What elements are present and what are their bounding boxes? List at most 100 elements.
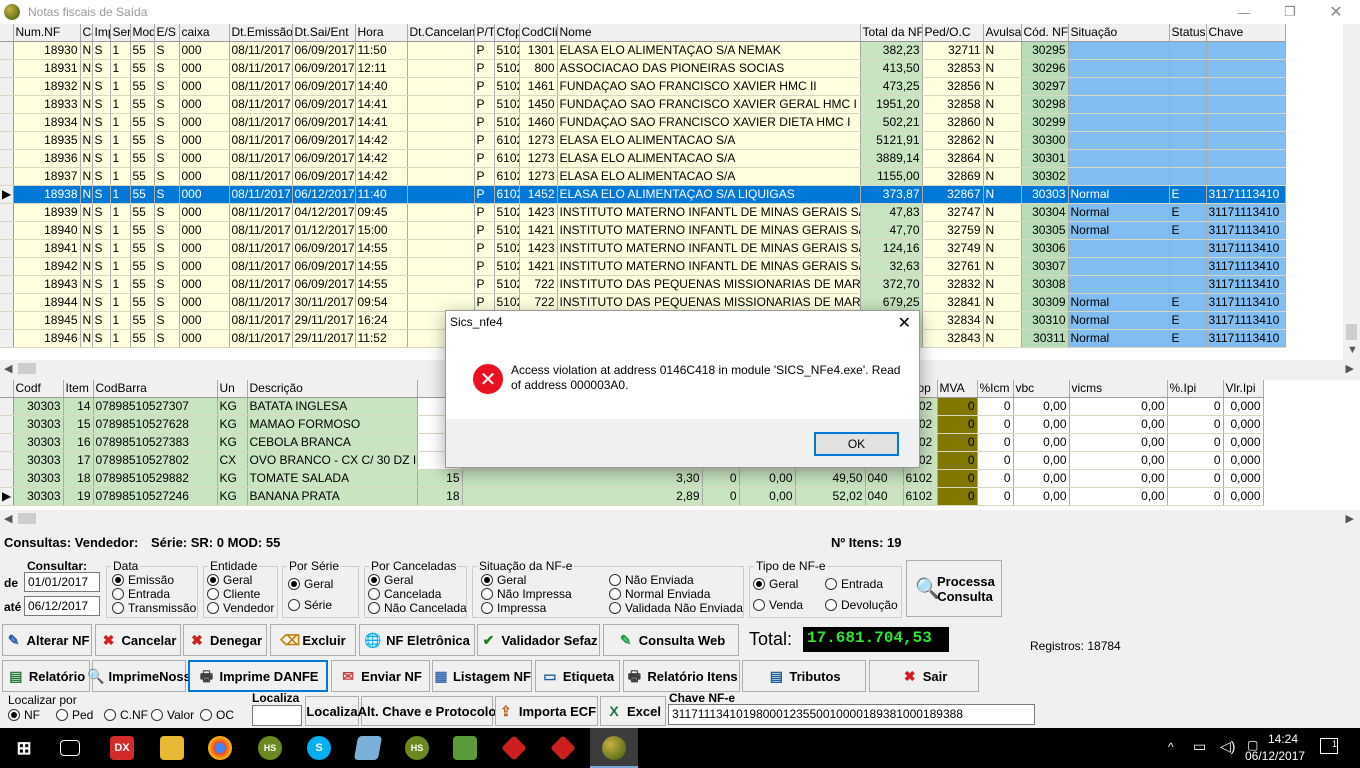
- column-header[interactable]: Serie: [110, 24, 131, 42]
- invoices-vscroll[interactable]: ▼: [1343, 24, 1360, 360]
- localiza-input[interactable]: [252, 705, 302, 726]
- folder-icon[interactable]: [160, 736, 184, 760]
- skype-icon[interactable]: S: [307, 736, 331, 760]
- radio-entidade-2[interactable]: Vendedor: [207, 601, 274, 615]
- red-diamond-app-icon-2[interactable]: [550, 735, 576, 761]
- invoice-row[interactable]: ▶ 18938 N S 1 55 S 000 08/11/2017 06/12/2017 11:40…: [0, 185, 1286, 204]
- column-header[interactable]: CodCli: [519, 24, 558, 42]
- dialog-close-icon[interactable]: ✕: [898, 313, 911, 333]
- row-indicator[interactable]: [0, 275, 14, 294]
- radio-localizar-2[interactable]: C.NF: [104, 708, 148, 722]
- chave-nfe-field[interactable]: 3117111341019800012355001000018938100018…: [668, 704, 1035, 725]
- column-header[interactable]: Situação: [1068, 24, 1170, 42]
- column-header[interactable]: Vlr.Ipi: [1223, 380, 1264, 398]
- date-from-field[interactable]: 01/01/2017: [24, 572, 100, 592]
- radio-tipo-3[interactable]: Devolução: [825, 598, 898, 612]
- alt-chave-button[interactable]: Alt. Chave e Protocolo: [358, 696, 496, 726]
- column-header[interactable]: Ped/O.C: [922, 24, 984, 42]
- radio-localizar-0[interactable]: NF: [8, 708, 40, 722]
- nfe-button[interactable]: 🌐 NF Eletrônica: [359, 624, 475, 656]
- item-row[interactable]: 30303 18 07898510529882 KG TOMATE SALADA 15 3,…: [0, 469, 1264, 488]
- column-header[interactable]: Nome: [557, 24, 861, 42]
- notifications-icon[interactable]: 1: [1320, 738, 1338, 754]
- notes-app-icon[interactable]: [353, 736, 383, 760]
- column-header[interactable]: CodBarra: [93, 380, 218, 398]
- radio-situacao-4[interactable]: Normal Enviada: [609, 587, 710, 601]
- clock-time[interactable]: 14:24: [1268, 732, 1298, 746]
- column-header[interactable]: caixa: [179, 24, 230, 42]
- minimize-button[interactable]: —: [1221, 0, 1267, 24]
- row-indicator[interactable]: ▶: [0, 185, 14, 204]
- column-header[interactable]: Imp: [92, 24, 111, 42]
- radio-situacao-0[interactable]: Geral: [481, 573, 526, 587]
- column-header[interactable]: vicms: [1069, 380, 1168, 398]
- hs-app-icon-2[interactable]: HS: [405, 736, 429, 760]
- validador-button[interactable]: ✔ Validador Sefaz: [477, 624, 600, 656]
- row-indicator[interactable]: [0, 311, 14, 330]
- invoice-row[interactable]: 18931 N S 1 55 S 000 08/11/2017 06/09/2017 12:11 P…: [0, 59, 1286, 78]
- column-header[interactable]: Mod: [130, 24, 155, 42]
- radio-situacao-2[interactable]: Impressa: [481, 601, 546, 615]
- consulta-web-button[interactable]: ✎ Consulta Web: [603, 624, 739, 656]
- radio-por-canceladas-2[interactable]: Não Cancelada: [368, 601, 467, 615]
- row-indicator[interactable]: [0, 149, 14, 168]
- cancelar-button[interactable]: ✖ Cancelar: [95, 624, 181, 656]
- imprime-noss-button[interactable]: 🔍 ImprimeNoss: [87, 660, 191, 692]
- invoice-row[interactable]: 18942 N S 1 55 S 000 08/11/2017 06/09/2017 14:55 P…: [0, 257, 1286, 276]
- invoice-row[interactable]: 18944 N S 1 55 S 000 08/11/2017 30/11/2017 09:54 P…: [0, 293, 1286, 312]
- importa-button[interactable]: ⇪ Importa ECF: [495, 696, 598, 726]
- radio-data-2[interactable]: Transmissão: [112, 601, 196, 615]
- localiza-button[interactable]: Localiza: [305, 696, 359, 726]
- row-indicator[interactable]: ▶: [0, 487, 14, 506]
- dx-app-icon[interactable]: DX: [110, 736, 134, 760]
- row-indicator[interactable]: [0, 433, 14, 452]
- row-indicator[interactable]: [0, 41, 14, 60]
- tributos-button[interactable]: ▤ Tributos: [742, 660, 866, 692]
- column-header[interactable]: E/S: [154, 24, 180, 42]
- listagem-button[interactable]: ▦ Listagem NF: [432, 660, 532, 692]
- column-header[interactable]: Status: [1169, 24, 1207, 42]
- row-indicator[interactable]: [0, 131, 14, 150]
- radio-entidade-0[interactable]: Geral: [207, 573, 252, 587]
- invoice-row[interactable]: 18943 N S 1 55 S 000 08/11/2017 06/09/2017 14:55 P…: [0, 275, 1286, 294]
- invoice-row[interactable]: 18933 N S 1 55 S 000 08/11/2017 06/09/2017 14:41 P…: [0, 95, 1286, 114]
- column-header[interactable]: Cód. NF: [1021, 24, 1069, 42]
- radio-situacao-1[interactable]: Não Impressa: [481, 587, 572, 601]
- enviar-button[interactable]: ✉ Enviar NF: [331, 660, 430, 692]
- column-header[interactable]: Avulsa: [983, 24, 1022, 42]
- ok-button[interactable]: OK: [814, 432, 899, 456]
- radio-localizar-4[interactable]: OC: [200, 708, 234, 722]
- radio-tipo-2[interactable]: Venda: [753, 598, 803, 612]
- excluir-button[interactable]: ⌫ Excluir: [270, 624, 356, 656]
- row-indicator[interactable]: [0, 329, 14, 348]
- radio-por-serie-1[interactable]: Série: [288, 598, 332, 612]
- clock-date[interactable]: 06/12/2017: [1245, 749, 1305, 763]
- column-header[interactable]: MVA: [937, 380, 978, 398]
- row-indicator[interactable]: [0, 415, 14, 434]
- column-header[interactable]: Dt.Sai/Ent: [292, 24, 356, 42]
- items-hscroll[interactable]: ◀ ▶: [0, 510, 1360, 527]
- row-indicator[interactable]: [0, 95, 14, 114]
- radio-localizar-1[interactable]: Ped: [56, 708, 93, 722]
- close-button[interactable]: ✕: [1313, 0, 1359, 24]
- column-header[interactable]: Un: [217, 380, 248, 398]
- column-header[interactable]: Descrição: [247, 380, 418, 398]
- column-header[interactable]: Dt.Emissão: [229, 24, 293, 42]
- processa-consulta-button[interactable]: 🔍 Processa Consulta: [906, 560, 1002, 617]
- column-header[interactable]: %.Ipi: [1167, 380, 1224, 398]
- row-indicator[interactable]: [0, 203, 14, 222]
- invoice-row[interactable]: 18940 N S 1 55 S 000 08/11/2017 01/12/2017 15:00 P…: [0, 221, 1286, 240]
- column-header[interactable]: Item: [63, 380, 94, 398]
- row-indicator[interactable]: [0, 77, 14, 96]
- radio-por-serie-0[interactable]: Geral: [288, 577, 333, 591]
- row-indicator[interactable]: [0, 239, 14, 258]
- row-indicator[interactable]: [0, 113, 14, 132]
- column-header[interactable]: Num.NF: [13, 24, 81, 42]
- column-header[interactable]: Hora: [355, 24, 408, 42]
- column-header[interactable]: Total da NF: [860, 24, 923, 42]
- radio-localizar-3[interactable]: Valor: [151, 708, 194, 722]
- column-header[interactable]: Ca: [80, 24, 93, 42]
- column-header[interactable]: Cfop: [494, 24, 520, 42]
- invoice-row[interactable]: 18941 N S 1 55 S 000 08/11/2017 06/09/2017 14:55 P…: [0, 239, 1286, 258]
- row-indicator[interactable]: [0, 451, 14, 470]
